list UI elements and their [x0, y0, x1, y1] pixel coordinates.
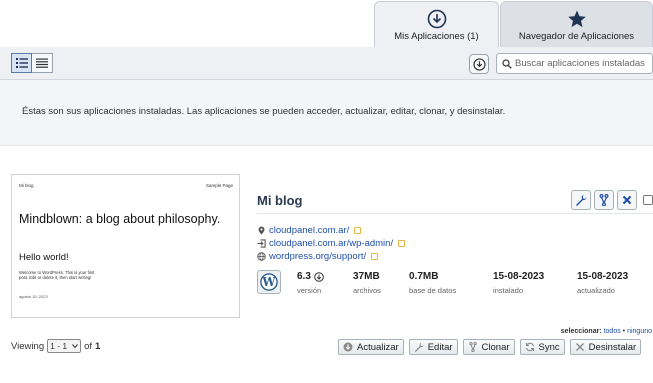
view-toggle: [11, 53, 53, 73]
wordpress-icon: W: [260, 273, 278, 291]
globe-icon: [257, 252, 266, 261]
edit-label: Editar: [427, 341, 453, 353]
thumb-heading: Mindblown: a blog about philosophy.: [19, 212, 221, 226]
app-stats: W 6.3 versión 37MB archivos 0.7MB base d…: [257, 269, 653, 301]
close-icon: [575, 343, 584, 351]
tab-my-applications[interactable]: Mis Aplicaciones (1): [374, 1, 499, 47]
installed-label: instalado: [493, 286, 524, 295]
external-link-icon[interactable]: [354, 227, 362, 234]
select-none-link[interactable]: ninguno: [627, 328, 652, 335]
external-link-icon[interactable]: [371, 253, 379, 260]
download-button[interactable]: [469, 54, 489, 74]
app-screenshot[interactable]: Mi blog Sample Page Mindblown: a blog ab…: [11, 174, 240, 318]
stat-version: 6.3 versión: [297, 271, 324, 295]
updated-label: actualizado: [577, 286, 615, 295]
tabs-bar: Mis Aplicaciones (1) Navegador de Aplica…: [0, 0, 653, 47]
edit-bulk-button[interactable]: Editar: [408, 339, 458, 355]
admin-url-link[interactable]: cloudpanel.com.ar/wp-admin/: [269, 238, 393, 249]
svg-text:W: W: [261, 275, 276, 289]
pager: Viewing 1 - 1 of 1: [11, 339, 100, 353]
chevron-down-icon: [72, 344, 78, 348]
wordpress-logo: W: [257, 270, 281, 294]
search-input[interactable]: [515, 56, 650, 71]
search-icon: [502, 59, 512, 69]
clone-button[interactable]: [594, 190, 614, 210]
uninstall-label: Desinstalar: [588, 341, 637, 353]
of-label: of: [84, 340, 93, 352]
select-checkbox[interactable]: [643, 195, 653, 205]
database-label: base de datos: [409, 286, 457, 295]
thumb-post-excerpt: Welcome to WordPress. This is your first…: [19, 270, 95, 280]
download-circle-icon: [472, 57, 486, 71]
login-icon: [257, 239, 266, 248]
tab-app-browser[interactable]: Navegador de Aplicaciones: [500, 1, 653, 47]
viewing-label: Viewing: [11, 340, 45, 352]
app-links: cloudpanel.com.ar/ cloudpanel.com.ar/wp-…: [257, 224, 406, 263]
range-value: 1 - 1: [50, 341, 68, 351]
thumb-post-date: agosto 15, 2023: [19, 294, 48, 299]
star-icon: [567, 10, 586, 28]
info-banner: Éstas son sus aplicaciones instaladas. L…: [0, 80, 653, 146]
stat-files: 37MB archivos: [353, 271, 381, 295]
files-value: 37MB: [353, 271, 380, 282]
thumb-nav-link: Sample Page: [205, 183, 233, 188]
sync-label: Sync: [538, 341, 560, 353]
compact-list-icon: [36, 58, 48, 68]
download-circle-icon: [427, 9, 446, 29]
toolbar: [0, 47, 653, 80]
stat-database: 0.7MB base de datos: [409, 271, 456, 295]
clone-icon: [599, 194, 609, 206]
edit-button[interactable]: [571, 190, 591, 210]
link-row: cloudpanel.com.ar/: [257, 224, 405, 237]
close-icon: [622, 195, 632, 205]
link-row: cloudpanel.com.ar/wp-admin/: [257, 237, 406, 250]
database-value: 0.7MB: [409, 271, 439, 282]
location-pin-icon: [258, 226, 265, 235]
range-select[interactable]: 1 - 1: [47, 339, 82, 353]
wrench-icon: [576, 194, 587, 206]
update-label: Actualizar: [357, 341, 399, 353]
clone-label: Clonar: [481, 341, 510, 353]
version-label: versión: [297, 286, 322, 295]
selection-label: seleccionar:: [560, 328, 602, 335]
support-url-link[interactable]: wordpress.org/support/: [269, 251, 366, 262]
external-link-icon[interactable]: [398, 240, 406, 247]
compact-view-button[interactable]: [32, 53, 53, 73]
files-label: archivos: [353, 286, 381, 295]
version-value: 6.3: [297, 271, 311, 282]
search-box: [496, 53, 653, 74]
tab-label: Mis Aplicaciones (1): [394, 31, 479, 42]
app-title: Mi blog: [257, 193, 303, 208]
list-view-icon: [15, 58, 28, 68]
stat-installed: 15-08-2023 instalado: [493, 271, 544, 295]
site-url-link[interactable]: cloudpanel.com.ar/: [269, 225, 349, 236]
selection-controls: seleccionar: todos • ninguno: [561, 328, 652, 335]
total-count: 1: [95, 340, 101, 352]
download-icon: [343, 342, 353, 352]
uninstall-button[interactable]: [617, 190, 637, 210]
clone-icon: [468, 342, 477, 352]
uninstall-bulk-button[interactable]: Desinstalar: [569, 339, 642, 355]
sync-button[interactable]: Sync: [519, 339, 565, 355]
divider: [257, 213, 653, 214]
select-all-link[interactable]: todos: [604, 328, 621, 335]
bulk-actions: Actualizar Editar Clonar Sync Desinstala…: [338, 339, 642, 355]
thumb-post-title: Hello world!: [19, 252, 69, 263]
list-view-button[interactable]: [11, 53, 32, 73]
updated-value: 15-08-2023: [577, 271, 629, 282]
thumb-site-title: Mi blog: [19, 183, 34, 188]
link-row: wordpress.org/support/: [257, 250, 405, 263]
installed-value: 15-08-2023: [493, 271, 545, 282]
tab-label: Navegador de Aplicaciones: [518, 31, 635, 42]
sync-icon: [525, 342, 534, 352]
info-text: Éstas son sus aplicaciones instaladas. L…: [22, 106, 506, 117]
wrench-icon: [414, 342, 424, 352]
clone-bulk-button[interactable]: Clonar: [462, 339, 515, 355]
stat-updated: 15-08-2023 actualizado: [577, 271, 628, 295]
app-actions: [571, 190, 637, 210]
upgrade-available-icon[interactable]: [314, 271, 324, 282]
update-button[interactable]: Actualizar: [338, 339, 404, 355]
selection-separator: •: [622, 328, 626, 335]
